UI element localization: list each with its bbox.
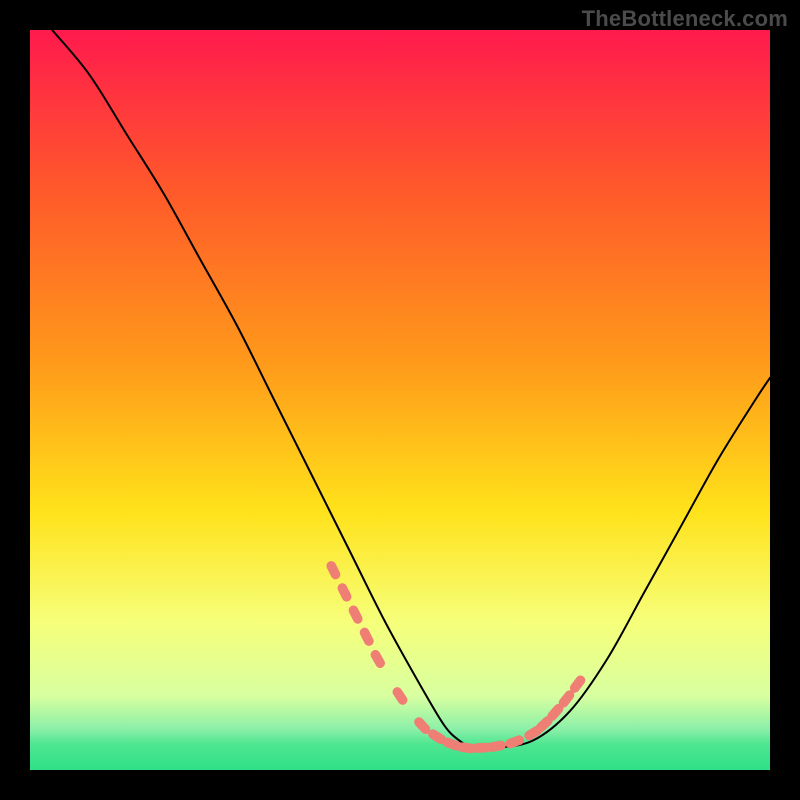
highlight-marker: [325, 559, 342, 581]
highlight-markers: [325, 559, 587, 753]
highlight-marker: [391, 685, 410, 706]
curve-layer: [30, 30, 770, 770]
bottleneck-curve: [52, 30, 770, 749]
highlight-marker: [336, 582, 353, 604]
watermark-text: TheBottleneck.com: [582, 6, 788, 32]
highlight-marker: [347, 604, 364, 626]
highlight-marker: [369, 648, 387, 669]
chart-stage: TheBottleneck.com: [0, 0, 800, 800]
plot-area: [30, 30, 770, 770]
highlight-marker: [486, 740, 507, 753]
highlight-marker: [358, 626, 375, 648]
